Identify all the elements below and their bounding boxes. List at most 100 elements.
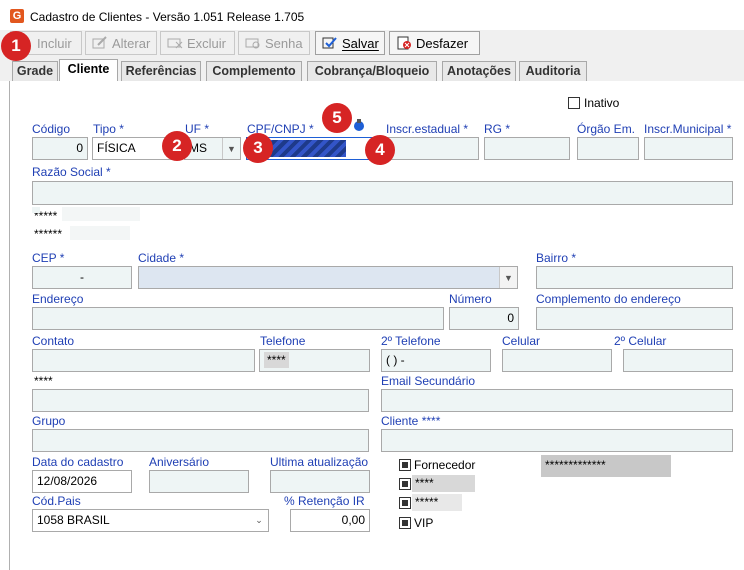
ultima-atualizacao-field[interactable] — [270, 470, 370, 493]
orgao-emissor-label: Órgão Em. — [577, 122, 636, 136]
cod-pais-select[interactable]: 1058 BRASIL ⌄ — [32, 509, 269, 532]
tipo-label: Tipo * — [93, 122, 124, 136]
cod-pais-label: Cód.Pais — [32, 494, 81, 508]
cliente-field[interactable] — [381, 429, 733, 452]
senha-label: Senha — [265, 35, 303, 51]
numero-field[interactable]: 0 — [449, 307, 519, 330]
chevron-down-icon: ▼ — [499, 267, 517, 288]
cliente-label: Cliente **** — [381, 414, 441, 428]
chevron-down-icon: ▼ — [222, 138, 240, 159]
alterar-button[interactable]: Alterar — [85, 31, 157, 55]
telefone2-field[interactable]: ( ) - — [381, 349, 491, 372]
complemento-field[interactable] — [536, 307, 733, 330]
senha-button[interactable]: Senha — [238, 31, 310, 55]
inativo-checkbox[interactable] — [568, 97, 580, 109]
desfazer-button[interactable]: Desfazer — [389, 31, 480, 55]
data-cadastro-label: Data do cadastro — [32, 455, 124, 469]
excluir-label: Excluir — [187, 35, 227, 51]
inscr-estadual-field[interactable] — [385, 137, 479, 160]
cod-pais-value: 1058 BRASIL — [37, 513, 110, 527]
app-logo-icon: G — [10, 9, 24, 23]
window-title: Cadastro de Clientes - Versão 1.051 Rele… — [30, 10, 305, 24]
alterar-label: Alterar — [112, 35, 151, 51]
undo-icon — [397, 36, 411, 50]
cidade-value — [139, 267, 499, 288]
tab-cliente[interactable]: Cliente — [59, 59, 118, 82]
annotation-badge-5: 5 — [322, 103, 352, 133]
excluir-button[interactable]: Excluir — [160, 31, 235, 55]
orgao-emissor-field[interactable] — [577, 137, 639, 160]
codigo-field[interactable]: 0 — [32, 137, 88, 160]
fornecedor-checkbox[interactable] — [399, 459, 411, 471]
retencao-ir-field[interactable]: 0,00 — [290, 509, 370, 532]
salvar-button[interactable]: Salvar — [315, 31, 385, 55]
bairro-label: Bairro * — [536, 251, 577, 265]
cidade-select[interactable]: ▼ — [138, 266, 518, 289]
telefone-value: **** — [264, 352, 289, 368]
endereco-field[interactable] — [32, 307, 444, 330]
desfazer-label: Desfazer — [416, 35, 469, 51]
uf-label: UF * — [185, 122, 209, 136]
grupo-field[interactable] — [32, 429, 369, 452]
inscr-estadual-label: Inscr.estadual * — [386, 122, 469, 136]
option3-checkbox[interactable] — [399, 497, 411, 509]
cep-field[interactable]: - — [32, 266, 132, 289]
tab-anotacoes[interactable]: Anotações — [442, 61, 516, 81]
celular2-field[interactable] — [623, 349, 733, 372]
option2-label: **** — [412, 475, 475, 492]
incluir-label: Incluir — [37, 35, 72, 51]
redacted-block — [70, 226, 130, 240]
tab-complemento[interactable]: Complemento — [206, 61, 302, 81]
tab-grade[interactable]: Grade — [12, 61, 58, 81]
telefone2-label: 2º Telefone — [381, 334, 441, 348]
tab-auditoria[interactable]: Auditoria — [519, 61, 587, 81]
razao-social-field[interactable] — [32, 181, 733, 205]
bairro-field[interactable] — [536, 266, 733, 289]
endereco-label: Endereço — [32, 292, 84, 306]
grupo-label: Grupo — [32, 414, 66, 428]
email-field[interactable] — [32, 389, 369, 412]
telefone-field[interactable]: **** — [259, 349, 370, 372]
aniversario-label: Aniversário — [149, 455, 210, 469]
numero-label: Número — [449, 292, 492, 306]
masked-label-3: **** — [34, 374, 53, 388]
inscr-municipal-field[interactable] — [644, 137, 733, 160]
fornecedor-field[interactable]: ************* — [541, 455, 671, 477]
fornecedor-label: Fornecedor — [414, 458, 476, 472]
email-secundario-field[interactable] — [381, 389, 733, 412]
inscr-municipal-label: Inscr.Municipal * — [644, 122, 732, 136]
salvar-label: Salvar — [342, 35, 379, 51]
key-icon — [245, 38, 260, 49]
vip-checkbox[interactable] — [399, 517, 411, 529]
codigo-label: Código — [32, 122, 71, 136]
annotation-badge-4: 4 — [365, 135, 395, 165]
annotation-badge-1: 1 — [1, 31, 31, 61]
rg-field[interactable] — [484, 137, 570, 160]
ultima-atualizacao-label: Ultima atualização — [270, 455, 369, 469]
edit-icon — [92, 36, 107, 49]
delete-icon — [167, 38, 183, 49]
contato-label: Contato — [32, 334, 75, 348]
telefone-label: Telefone — [260, 334, 306, 348]
tab-cobranca-bloqueio[interactable]: Cobrança/Bloqueio — [307, 61, 437, 81]
chevron-down-icon: ⌄ — [255, 515, 263, 525]
celular-field[interactable] — [502, 349, 612, 372]
rg-label: RG * — [484, 122, 511, 136]
complemento-label: Complemento do endereço — [536, 292, 681, 306]
uf-select[interactable]: MS ▼ — [184, 137, 241, 160]
email-secundario-label: Email Secundário — [381, 374, 476, 388]
cpf-lookup-icon[interactable] — [352, 118, 366, 132]
cep-label: CEP * — [32, 251, 65, 265]
option2-checkbox[interactable] — [399, 478, 411, 490]
redacted-block — [62, 207, 140, 221]
contato-field[interactable] — [32, 349, 255, 372]
option3-label: ***** — [412, 494, 462, 511]
annotation-badge-3: 3 — [243, 133, 273, 163]
data-cadastro-field[interactable]: 12/08/2026 — [32, 470, 132, 493]
annotation-badge-2: 2 — [162, 131, 192, 161]
save-icon — [322, 37, 337, 49]
aniversario-field[interactable] — [149, 470, 249, 493]
tab-referencias[interactable]: Referências — [121, 61, 201, 81]
razao-social-label: Razão Social * — [32, 165, 111, 179]
retencao-ir-label: % Retenção IR — [284, 494, 365, 508]
